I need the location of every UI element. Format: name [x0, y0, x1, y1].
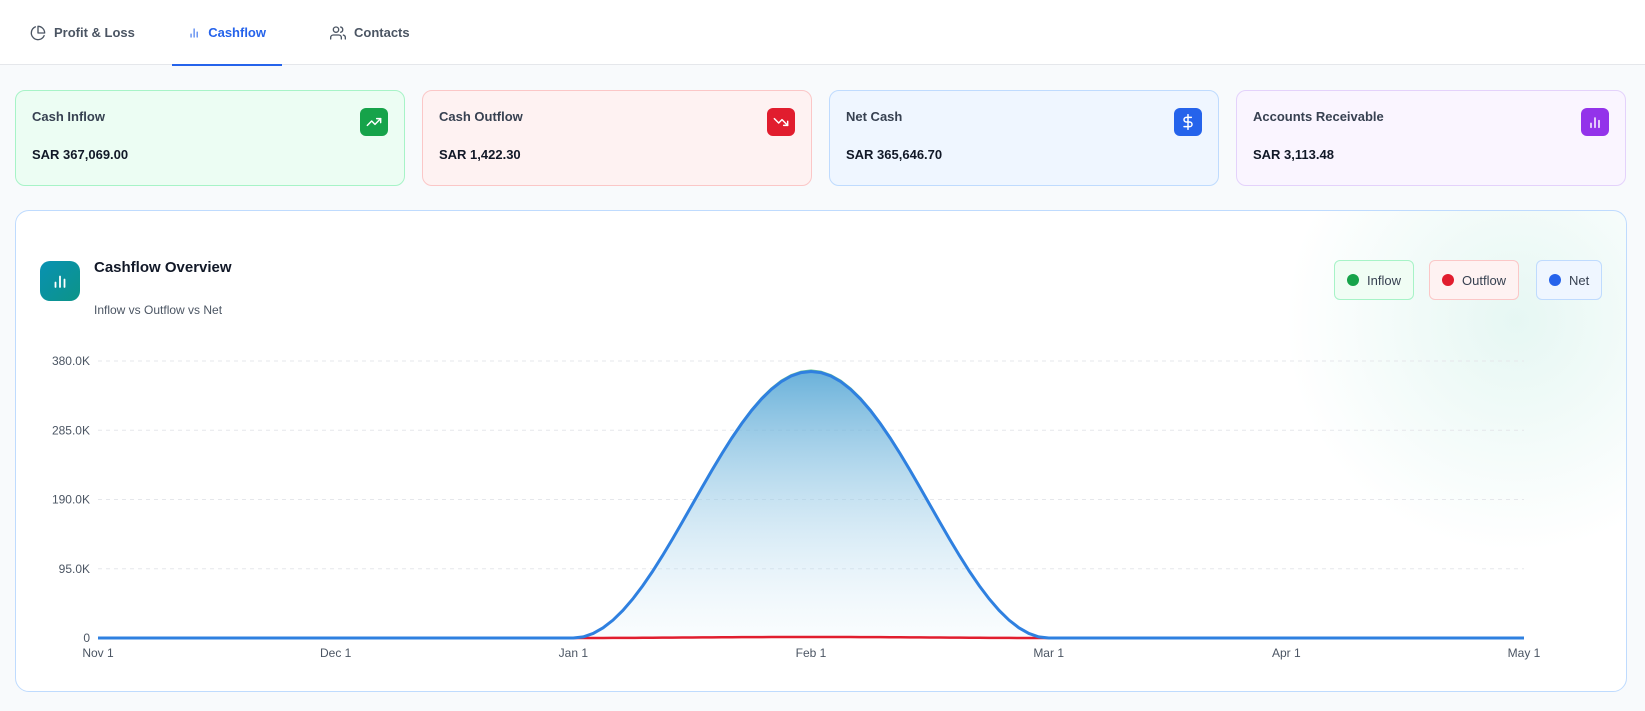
- cashflow-chart: 0 95.0K 190.0K 285.0K 380.0K Nov 1 Dec 1 Jan 1 F…: [52, 354, 1541, 660]
- kpi-label: Cash Outflow: [439, 109, 523, 124]
- kpi-value: SAR 3,113.48: [1253, 147, 1334, 162]
- x-tick-label: Feb 1: [796, 646, 827, 660]
- users-icon: [330, 25, 346, 40]
- y-tick-label: 285.0K: [52, 423, 90, 437]
- kpi-label: Cash Inflow: [32, 109, 105, 124]
- kpi-value: SAR 1,422.30: [439, 147, 521, 162]
- kpi-card-cash-inflow: Cash Inflow SAR 367,069.00: [15, 90, 405, 186]
- kpi-label: Accounts Receivable: [1253, 109, 1384, 124]
- trending-up-icon: [360, 108, 388, 136]
- dollar-icon: [1174, 108, 1202, 136]
- y-tick-label: 0: [83, 631, 90, 645]
- x-tick-label: Mar 1: [1033, 646, 1064, 660]
- kpi-label: Net Cash: [846, 109, 903, 124]
- trending-down-icon: [767, 108, 795, 136]
- x-tick-label: Nov 1: [82, 646, 114, 660]
- x-tick-label: Dec 1: [320, 646, 352, 660]
- pie-chart-icon: [30, 25, 46, 40]
- tab-cashflow[interactable]: Cashflow: [172, 0, 282, 66]
- net-area: [98, 371, 1524, 638]
- y-tick-label: 95.0K: [59, 562, 90, 576]
- tab-label: Profit & Loss: [54, 25, 135, 40]
- x-tick-label: Jan 1: [559, 646, 589, 660]
- y-tick-label: 190.0K: [52, 493, 90, 507]
- bar-chart-icon: [1581, 108, 1609, 136]
- kpi-value: SAR 365,646.70: [846, 147, 943, 162]
- kpi-value: SAR 367,069.00: [32, 147, 129, 162]
- kpi-card-cash-outflow: Cash Outflow SAR 1,422.30: [422, 90, 812, 186]
- tab-contacts[interactable]: Contacts: [314, 0, 426, 65]
- tab-label: Contacts: [354, 25, 410, 40]
- bar-chart-icon: [190, 27, 198, 38]
- x-tick-label: May 1: [1508, 646, 1541, 660]
- y-tick-label: 380.0K: [52, 354, 90, 368]
- x-tick-label: Apr 1: [1272, 646, 1301, 660]
- kpi-card-net-cash: Net Cash SAR 365,646.70: [829, 90, 1219, 186]
- kpi-card-accounts-receivable: Accounts Receivable SAR 3,113.48: [1236, 90, 1626, 186]
- tab-profit-loss[interactable]: Profit & Loss: [14, 0, 151, 65]
- tab-label: Cashflow: [208, 25, 266, 40]
- cashflow-chart-card: Cashflow Overview Inflow vs Outflow vs N…: [15, 210, 1627, 692]
- tab-bar: Profit & Loss Cashflow Contacts: [0, 0, 1645, 66]
